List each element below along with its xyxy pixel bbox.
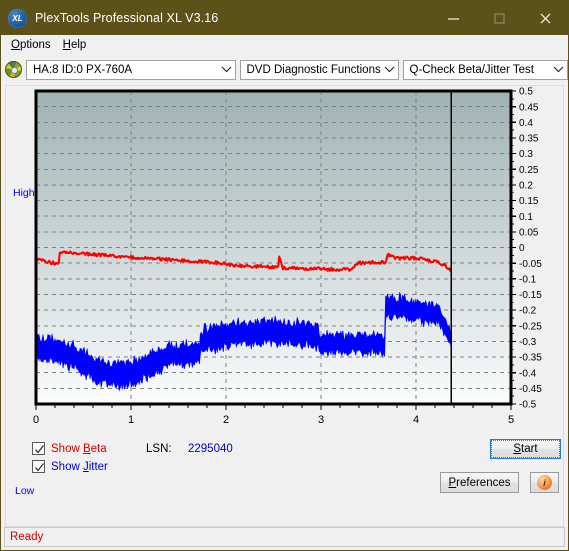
preferences-button-label: Preferences [448,476,511,489]
svg-text:-0.2: -0.2 [519,306,537,317]
show-jitter-row[interactable]: Show Jitter [32,460,108,473]
lsn-value: 2295040 [188,443,233,455]
svg-text:-0.4: -0.4 [519,368,537,379]
chart-controls: Show Beta Show Jitter LSN: 2295040 Start… [6,431,563,526]
show-beta-row[interactable]: Show Beta [32,442,107,455]
svg-text:0.25: 0.25 [519,165,539,176]
status-text: Ready [10,531,44,543]
svg-text:-0.1: -0.1 [519,274,537,285]
menu-bar: Options Help [1,35,568,55]
chart-canvas: 0.5 0.45 0.4 0.35 0.3 0.25 0.2 0.15 0.1 0.05 0 -0.0… [33,87,542,426]
plextools-window: XL PlexTools Professional XL V3.16 Optio… [0,0,569,551]
test-select[interactable]: Q-Check Beta/Jitter Test [402,59,568,80]
show-beta-label: Show Beta [51,442,107,455]
svg-text:0.3: 0.3 [519,149,533,160]
svg-text:2: 2 [223,414,229,426]
menu-item-help-label: elp [70,38,87,51]
main-panel: High Low 0.5 0.45 0.4 0.35 0.3 0.25 0.2 0.15 0.1… [5,85,564,527]
xl-logo-icon: XL [8,8,27,28]
info-icon-glyph: i [543,477,546,488]
svg-text:0: 0 [519,243,525,254]
svg-text:0.35: 0.35 [519,134,539,145]
menu-item-help[interactable]: Help [60,38,96,52]
svg-text:-0.5: -0.5 [519,400,537,411]
chevron-down-icon[interactable] [381,61,398,79]
drive-select-value: HA:8 ID:0 PX-760A [33,63,133,76]
toolbar: HA:8 ID:0 PX-760A DVD Diagnostic Functio… [1,55,568,83]
status-bar: Ready [4,527,565,547]
svg-text:-0.05: -0.05 [519,259,542,270]
disc-icon [5,61,22,78]
maximize-icon[interactable] [476,1,522,35]
svg-text:-0.15: -0.15 [519,290,542,301]
info-button[interactable]: i [530,472,559,493]
start-button-label: Start [513,443,538,455]
show-jitter-checkbox[interactable] [32,460,45,473]
menu-item-options-label: ptions [19,38,51,51]
menu-item-options[interactable]: Options [8,38,60,52]
function-select[interactable]: DVD Diagnostic Functions [239,59,399,80]
beta-jitter-chart: High Low 0.5 0.45 0.4 0.35 0.3 0.25 0.2 0.15 0.1… [6,86,563,497]
svg-text:0.05: 0.05 [519,227,539,238]
window-title: PlexTools Professional XL V3.16 [35,11,219,25]
svg-text:-0.3: -0.3 [519,337,537,348]
svg-text:1: 1 [128,414,134,426]
window-controls [430,1,568,35]
preferences-button[interactable]: Preferences [440,472,519,493]
chart-high-label: High [13,187,35,199]
show-beta-checkbox[interactable] [32,442,45,455]
lsn-label: LSN: [146,443,172,455]
svg-text:0.5: 0.5 [519,87,533,98]
close-icon[interactable] [522,1,568,35]
svg-text:0.4: 0.4 [519,118,533,129]
info-icon: i [537,475,552,490]
svg-text:4: 4 [413,414,419,426]
svg-text:5: 5 [508,414,514,426]
minimize-icon[interactable] [430,1,476,35]
svg-text:-0.35: -0.35 [519,353,542,364]
svg-text:-0.45: -0.45 [519,384,542,395]
drive-select[interactable]: HA:8 ID:0 PX-760A [26,59,236,80]
chevron-down-icon[interactable] [550,61,567,79]
function-select-value: DVD Diagnostic Functions [246,63,381,76]
start-button[interactable]: Start [490,439,561,459]
svg-text:0.2: 0.2 [519,181,533,192]
chevron-down-icon[interactable] [218,61,235,79]
svg-text:0: 0 [33,414,39,426]
svg-text:0.15: 0.15 [519,196,539,207]
title-bar: XL PlexTools Professional XL V3.16 [1,1,568,35]
svg-text:-0.25: -0.25 [519,321,542,332]
xl-logo-text: XL [12,13,23,23]
svg-text:0.45: 0.45 [519,102,539,113]
svg-text:0.1: 0.1 [519,212,533,223]
svg-text:3: 3 [318,414,324,426]
show-jitter-label: Show Jitter [51,460,108,473]
test-select-value: Q-Check Beta/Jitter Test [409,63,534,76]
